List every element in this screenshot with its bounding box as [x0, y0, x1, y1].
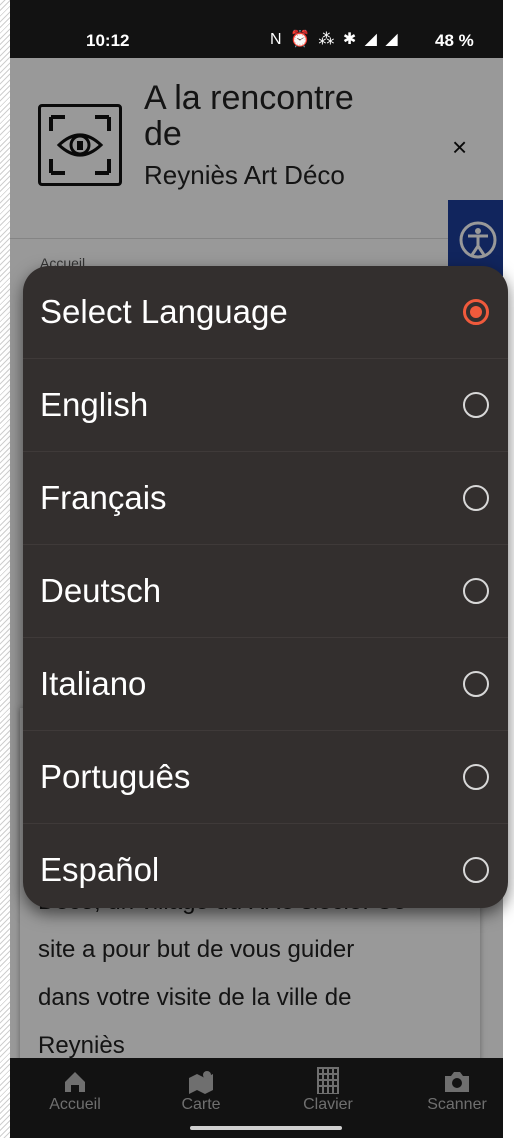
radio-unselected-icon[interactable]	[463, 764, 489, 790]
radio-unselected-icon[interactable]	[463, 392, 489, 418]
language-option-french[interactable]: Français	[23, 452, 508, 545]
radio-unselected-icon[interactable]	[463, 671, 489, 697]
nav-item-keypad[interactable]: Clavier	[278, 1066, 378, 1114]
nav-item-map[interactable]: Carte	[151, 1066, 251, 1114]
page-gutter	[0, 0, 10, 1138]
home-indicator[interactable]	[190, 1126, 342, 1130]
nav-label: Carte	[181, 1096, 221, 1113]
language-label: English	[40, 386, 149, 423]
language-dialog: Select Language English Français Deutsch…	[23, 266, 508, 908]
language-option-english[interactable]: English	[23, 359, 508, 452]
status-bar: 10:12 N ⏰ ⁂ ✱ ◢ ◢ 48 %	[10, 0, 503, 58]
language-option-portuguese[interactable]: Português	[23, 731, 508, 824]
language-option-select[interactable]: Select Language	[23, 266, 508, 359]
language-label: Deutsch	[40, 572, 162, 609]
map-icon	[189, 1071, 213, 1094]
nav-label: Accueil	[49, 1096, 101, 1113]
radio-unselected-icon[interactable]	[463, 857, 489, 883]
language-label: Select Language	[40, 293, 288, 330]
status-icons: N ⏰ ⁂ ✱ ◢ ◢	[270, 31, 400, 48]
language-label: Français	[40, 479, 167, 516]
language-label: Español	[40, 851, 160, 888]
home-icon	[65, 1072, 85, 1092]
nav-label: Scanner	[427, 1096, 487, 1113]
language-label: Português	[40, 758, 191, 795]
language-option-spanish[interactable]: Español	[23, 824, 508, 908]
language-label: Italiano	[40, 665, 147, 702]
radio-selected-icon[interactable]	[463, 299, 489, 325]
camera-icon	[445, 1072, 469, 1092]
nav-item-home[interactable]: Accueil	[25, 1066, 125, 1114]
status-time: 10:12	[86, 31, 130, 50]
radio-unselected-icon[interactable]	[463, 485, 489, 511]
nav-label: Clavier	[303, 1096, 353, 1113]
nav-item-scanner[interactable]: Scanner	[407, 1066, 507, 1114]
keypad-icon	[317, 1067, 339, 1094]
language-option-german[interactable]: Deutsch	[23, 545, 508, 638]
radio-unselected-icon[interactable]	[463, 578, 489, 604]
battery-level: 48 %	[435, 31, 474, 50]
language-option-italian[interactable]: Italiano	[23, 638, 508, 731]
